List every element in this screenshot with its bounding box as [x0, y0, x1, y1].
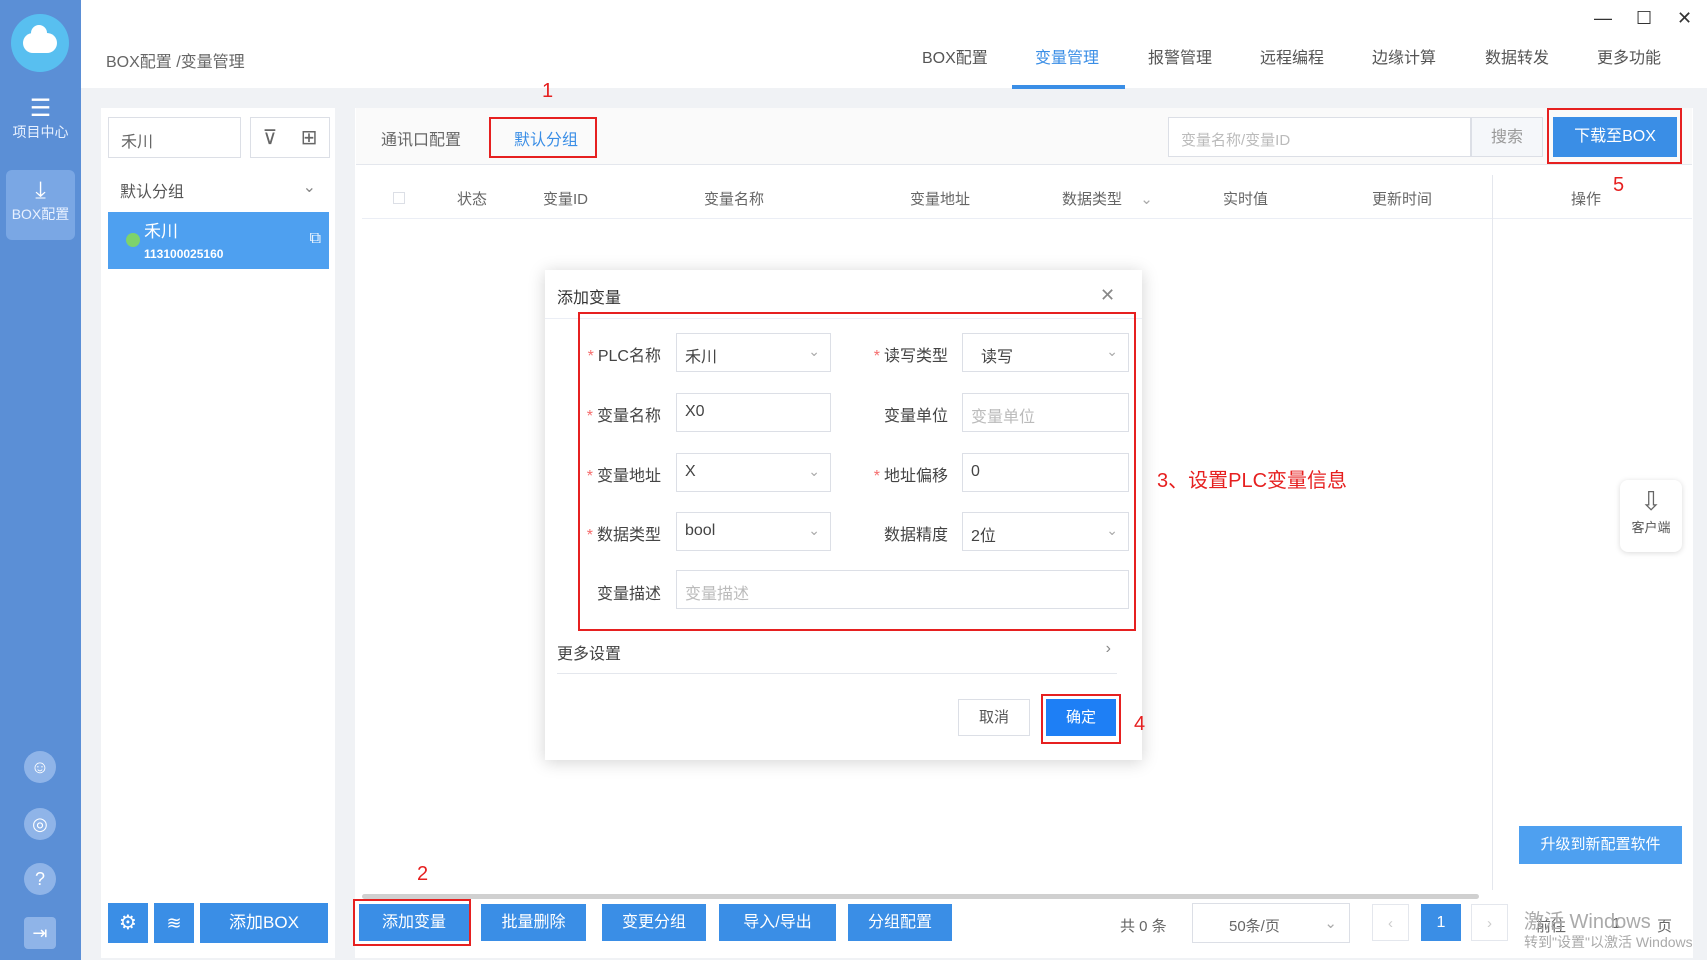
change-group-button[interactable]: 变更分组: [602, 904, 706, 941]
annotation-box-2: [353, 899, 471, 946]
filter-icon[interactable]: ⊽: [263, 125, 278, 150]
grid-icon: ☰: [29, 95, 52, 122]
chevron-left-icon: ‹: [1388, 915, 1393, 932]
settings-button[interactable]: ⚙: [108, 903, 148, 943]
sidebar-item-box-config[interactable]: ⤓ BOX配置: [0, 178, 81, 224]
close-icon[interactable]: ✕: [1677, 8, 1692, 29]
device-search-input[interactable]: 禾川: [108, 117, 241, 158]
cloud-icon: [23, 25, 57, 53]
client-float-button[interactable]: ⇩ 客户端: [1620, 480, 1682, 552]
prev-page-button[interactable]: ‹: [1372, 904, 1409, 941]
active-tab-indicator: [1012, 85, 1125, 89]
globe-icon[interactable]: ◎: [24, 808, 56, 840]
wifi-off-icon: ≋: [166, 913, 182, 933]
batch-delete-button[interactable]: 批量删除: [481, 904, 586, 941]
group-header[interactable]: 默认分组 ⌄: [108, 168, 328, 206]
col-variable-id: 变量ID: [543, 191, 589, 208]
horizontal-scrollbar[interactable]: [362, 894, 1479, 899]
search-button[interactable]: 搜索: [1471, 117, 1543, 157]
tab-edge-computing[interactable]: 边缘计算: [1372, 44, 1436, 68]
current-page[interactable]: 1: [1421, 904, 1461, 941]
group-label: 默认分组: [120, 184, 185, 201]
col-variable-name: 变量名称: [704, 191, 765, 208]
sidebar-item-label: 项目中心: [12, 124, 69, 140]
next-page-button[interactable]: ›: [1471, 904, 1508, 941]
col-data-type[interactable]: 数据类型 ⌄: [1062, 188, 1153, 209]
maximize-icon[interactable]: ☐: [1636, 8, 1652, 29]
chevron-down-icon: ⌄: [1324, 915, 1337, 932]
tab-remote-programming[interactable]: 远程编程: [1260, 44, 1324, 68]
app-logo: [11, 14, 69, 72]
gear-icon: ⚙: [119, 912, 137, 934]
tab-variable-management[interactable]: 变量管理: [1035, 44, 1099, 68]
download-icon: ⇩: [1640, 486, 1662, 516]
breadcrumb: BOX配置 /变量管理: [106, 54, 245, 71]
annotation-box-4: [1041, 694, 1121, 744]
tab-data-forwarding[interactable]: 数据转发: [1485, 44, 1549, 68]
chevron-right-icon: ›: [1105, 640, 1111, 657]
device-name: 禾川: [144, 222, 178, 241]
annotation-box-5: [1547, 108, 1682, 164]
close-icon[interactable]: ✕: [1100, 285, 1115, 306]
dialog-title: 添加变量: [557, 290, 622, 307]
annotation-5: 5: [1613, 174, 1625, 196]
import-export-button[interactable]: 导入/导出: [719, 904, 836, 941]
col-operation: 操作: [1571, 191, 1602, 208]
more-settings-row[interactable]: 更多设置 ›: [557, 640, 1117, 674]
group-config-button[interactable]: 分组配置: [848, 904, 952, 941]
tab-alarm-management[interactable]: 报警管理: [1148, 44, 1212, 68]
copy-icon[interactable]: ⧉: [310, 230, 321, 248]
network-button[interactable]: ≋: [154, 903, 194, 943]
sidebar-item-project-center[interactable]: ☰ 项目中心: [0, 96, 81, 142]
upgrade-button[interactable]: 升级到新配置软件: [1519, 826, 1682, 864]
help-icon[interactable]: ?: [24, 863, 56, 895]
add-folder-icon[interactable]: ⊞: [301, 125, 318, 150]
annotation-2: 2: [417, 863, 429, 885]
annotation-3: 3、设置PLC变量信息: [1157, 470, 1348, 492]
more-settings-label: 更多设置: [557, 646, 622, 663]
device-item[interactable]: 禾川 113100025160 ⧉: [108, 212, 329, 269]
logout-icon[interactable]: ⇥: [24, 917, 56, 949]
windows-watermark-sub: 转到"设置"以激活 Windows: [1524, 934, 1693, 950]
annotation-box-3: [578, 312, 1136, 631]
windows-watermark: 激活 Windows: [1524, 911, 1651, 933]
download-icon: ⤓: [35, 177, 46, 204]
chevron-down-icon: ⌄: [1140, 191, 1153, 208]
select-all-checkbox[interactable]: [393, 192, 405, 204]
add-box-button[interactable]: 添加BOX: [200, 903, 328, 943]
user-icon[interactable]: ☺: [24, 751, 56, 783]
chevron-down-icon: ⌄: [302, 179, 316, 196]
col-realtime-value: 实时值: [1223, 191, 1269, 208]
client-label: 客户端: [1631, 520, 1671, 535]
annotation-box-1: [489, 117, 597, 158]
minimize-icon[interactable]: —: [1594, 8, 1612, 29]
cancel-button[interactable]: 取消: [958, 699, 1030, 736]
col-update-time: 更新时间: [1372, 191, 1433, 208]
variable-search-input[interactable]: 变量名称/变量ID: [1168, 117, 1471, 157]
annotation-1: 1: [542, 80, 554, 102]
chevron-right-icon: ›: [1487, 915, 1492, 932]
col-status: 状态: [457, 191, 488, 208]
online-status-icon: [126, 233, 140, 247]
sidebar-item-label: BOX配置: [11, 206, 70, 222]
tab-box-config[interactable]: BOX配置: [922, 44, 988, 68]
total-count: 共 0 条: [1120, 918, 1167, 935]
annotation-4: 4: [1134, 713, 1146, 735]
tab-more-functions[interactable]: 更多功能: [1597, 44, 1661, 68]
page-size-value: 50条/页: [1229, 918, 1280, 935]
header: [81, 0, 1707, 88]
device-id: 113100025160: [144, 247, 224, 261]
col-data-type-label: 数据类型: [1062, 191, 1123, 208]
page-size-select[interactable]: 50条/页 ⌄: [1192, 903, 1350, 943]
tab-comm-port-config[interactable]: 通讯口配置: [381, 126, 461, 150]
col-variable-address: 变量地址: [910, 191, 971, 208]
device-tools: ⊽ ⊞: [250, 117, 330, 158]
